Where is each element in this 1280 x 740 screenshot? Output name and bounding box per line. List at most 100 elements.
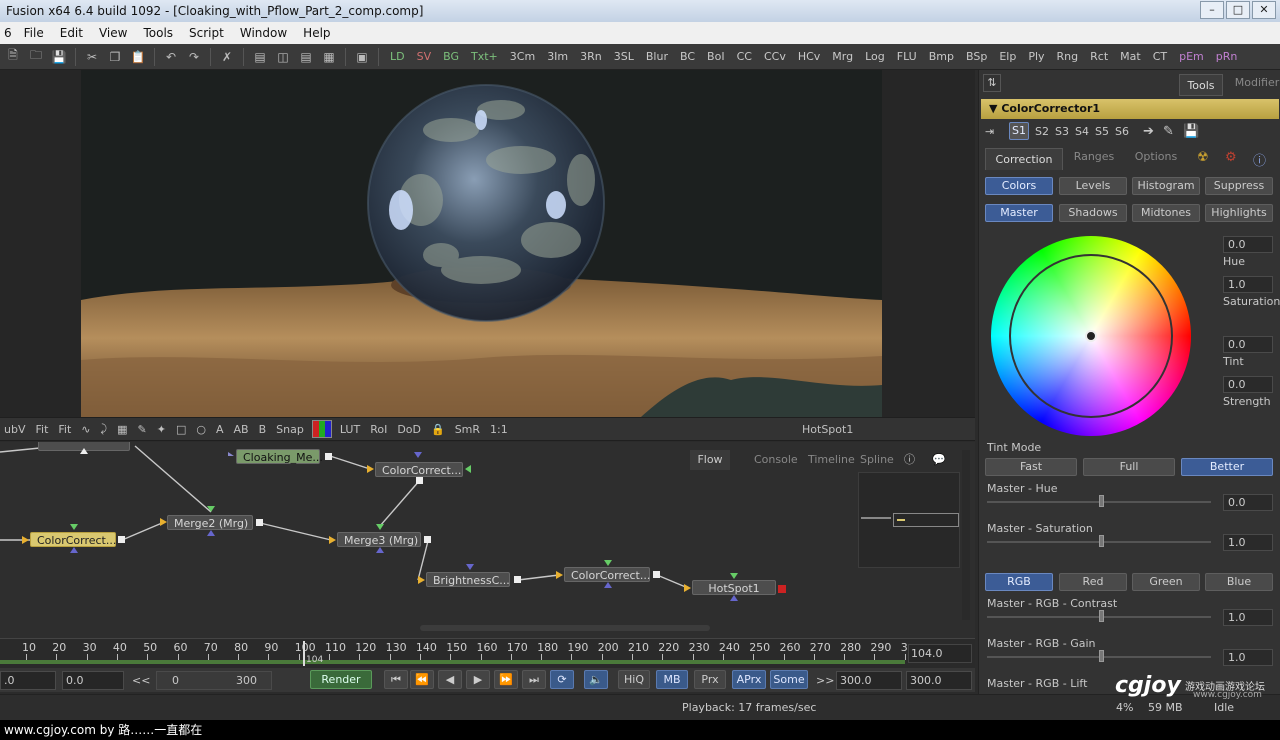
loop-icon[interactable]: ⟳ (550, 670, 574, 689)
tab-timeline[interactable]: Timeline (808, 450, 855, 470)
color-wheel[interactable] (991, 236, 1191, 436)
slot-s6[interactable]: S6 (1115, 125, 1129, 138)
node-loader[interactable]: Cloaking_Me... (236, 449, 323, 464)
disable-icon[interactable]: ✗ (216, 47, 238, 67)
collapse-icon[interactable]: ▼ (989, 102, 997, 115)
flow-navigator[interactable] (858, 472, 960, 568)
tool-button-rng[interactable]: Rng (1051, 47, 1085, 67)
range-scroll-left[interactable]: << (132, 674, 150, 687)
channel-blue[interactable]: Blue (1205, 573, 1273, 591)
circle-icon[interactable]: ○ (194, 423, 208, 436)
render-start-field[interactable]: 0.0 (62, 671, 124, 690)
bin-icon[interactable]: ▣ (351, 47, 373, 67)
lut-color-icon[interactable] (311, 420, 332, 438)
slot-s3[interactable]: S3 (1055, 125, 1069, 138)
tab-modifier[interactable]: Modifier (1233, 72, 1280, 94)
channel-red[interactable]: Red (1059, 573, 1127, 591)
wheel-handle[interactable] (1085, 330, 1097, 342)
tool-button-txt[interactable]: Txt+ (465, 47, 504, 67)
tool-button-sv[interactable]: SV (411, 47, 438, 67)
tool-button-bg[interactable]: BG (437, 47, 465, 67)
some-button[interactable]: Some (770, 670, 808, 689)
playhead[interactable] (303, 641, 305, 666)
lock-icon[interactable]: 🔒 (429, 423, 447, 436)
layout-single-icon[interactable]: ▤ (249, 47, 271, 67)
pin-icon[interactable]: ⇥ (985, 125, 994, 138)
fit-menu-2[interactable]: Fit (56, 423, 73, 436)
layout-dual-icon[interactable]: ◫ (272, 47, 294, 67)
floppy-icon[interactable]: 💾 (1183, 124, 1199, 139)
bspline-icon[interactable]: ⤸ (99, 422, 110, 436)
tool-button-bsp[interactable]: BSp (960, 47, 993, 67)
menu-window[interactable]: Window (232, 26, 295, 40)
menu-script[interactable]: Script (181, 26, 232, 40)
master-sat-thumb[interactable] (1099, 535, 1104, 547)
tool-button-ld[interactable]: LD (384, 47, 411, 67)
node-colorcorrector-top[interactable]: ColorCorrect... (375, 462, 463, 477)
comment-icon[interactable]: 💬 (932, 450, 946, 470)
info-icon[interactable]: ⓘ (904, 450, 915, 470)
step-forward-icon[interactable]: ⏩ (494, 670, 518, 689)
range-shadows[interactable]: Shadows (1059, 204, 1127, 222)
go-to-end-icon[interactable]: ⏭ (522, 670, 546, 689)
arrow-right-icon[interactable]: ➔ (1143, 124, 1154, 139)
subtab-correction[interactable]: Correction (985, 148, 1063, 170)
eyedropper-icon[interactable]: ✎ (1163, 124, 1174, 139)
tool-button-3sl[interactable]: 3SL (608, 47, 640, 67)
cut-icon[interactable]: ✂ (81, 47, 103, 67)
tool-button-prn[interactable]: pRn (1210, 47, 1244, 67)
play-reverse-icon[interactable]: ◀ (438, 670, 462, 689)
tab-spline[interactable]: Spline (860, 450, 894, 470)
maximize-button[interactable]: □ (1226, 1, 1250, 19)
aprx-button[interactable]: APrx (732, 670, 766, 689)
node-merge2[interactable]: Merge2 (Mrg) (167, 515, 253, 530)
range-scroll-right[interactable]: >> (816, 674, 834, 687)
node-merge3[interactable]: Merge3 (Mrg) (337, 532, 421, 547)
gain-thumb[interactable] (1099, 650, 1104, 662)
fit-menu-1[interactable]: Fit (33, 423, 50, 436)
wand-icon[interactable]: ✦ (155, 423, 168, 436)
mode-levels[interactable]: Levels (1059, 177, 1127, 195)
range-master[interactable]: Master (985, 204, 1053, 222)
ratio-button[interactable]: 1:1 (488, 423, 510, 436)
play-icon[interactable]: ▶ (466, 670, 490, 689)
hiq-button[interactable]: HiQ (618, 670, 650, 689)
menu-file[interactable]: File (16, 26, 52, 40)
tint-field[interactable]: 0.0 (1223, 336, 1273, 353)
render-end-field[interactable]: 300.0 (836, 671, 902, 690)
panel-sort-icon[interactable]: ⇅ (983, 74, 1001, 92)
flow-vscrollbar[interactable] (962, 450, 970, 620)
gain-field[interactable]: 1.0 (1223, 649, 1273, 666)
tab-console[interactable]: Console (754, 450, 798, 470)
subview-menu[interactable]: ubV (2, 423, 27, 436)
layout-split-icon[interactable]: ▤ (295, 47, 317, 67)
contrast-field[interactable]: 1.0 (1223, 609, 1273, 626)
rectangle-icon[interactable]: □ (174, 423, 188, 436)
tool-button-flu[interactable]: FLU (891, 47, 923, 67)
text-a-icon[interactable]: A (214, 423, 226, 436)
tool-button-pem[interactable]: pEm (1173, 47, 1210, 67)
dod-menu[interactable]: DoD (395, 423, 423, 436)
node-hotspot[interactable]: HotSpot1 (692, 580, 776, 595)
tab-flow[interactable]: Flow (690, 450, 730, 470)
master-sat-field[interactable]: 1.0 (1223, 534, 1273, 551)
node-colorcorrector-selected[interactable]: ColorCorrect... (30, 532, 116, 547)
mode-colors[interactable]: Colors (985, 177, 1053, 195)
roi-menu[interactable]: RoI (368, 423, 389, 436)
tool-button-bmp[interactable]: Bmp (923, 47, 960, 67)
strength-field[interactable]: 0.0 (1223, 376, 1273, 393)
paste-icon[interactable]: 📋 (127, 47, 149, 67)
mb-button[interactable]: MB (656, 670, 688, 689)
polyline-icon[interactable]: ∿ (79, 423, 92, 436)
go-to-start-icon[interactable]: ⏮ (384, 670, 408, 689)
tab-tools[interactable]: Tools (1179, 74, 1223, 96)
subtab-options[interactable]: Options (1131, 146, 1181, 168)
text-ab-icon[interactable]: AB (232, 423, 251, 436)
lut-menu[interactable]: LUT (338, 423, 362, 436)
contrast-thumb[interactable] (1099, 610, 1104, 622)
close-button[interactable]: ✕ (1252, 1, 1276, 19)
tool-button-cc[interactable]: CC (731, 47, 758, 67)
layout-quad-icon[interactable]: ▦ (318, 47, 340, 67)
menu-help[interactable]: Help (295, 26, 338, 40)
smr-button[interactable]: SmR (453, 423, 482, 436)
